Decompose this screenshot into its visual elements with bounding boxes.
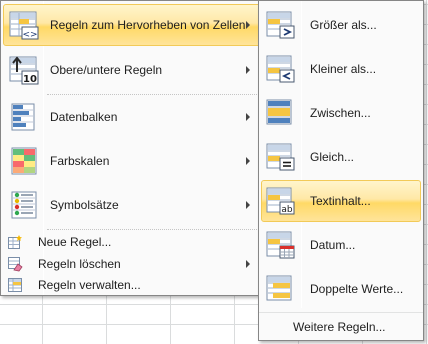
chevron-right-icon	[246, 259, 250, 268]
menu-item-label: Regeln verwalten...	[38, 278, 141, 292]
menu-item-new-rule[interactable]: Neue Regel...	[3, 231, 261, 252]
text-contains-icon: ab	[266, 187, 295, 215]
menu-item-label: Regeln löschen	[38, 256, 121, 271]
submenu-item-label: Größer als...	[310, 18, 377, 32]
submenu-item-between[interactable]: Zwischen...	[261, 92, 421, 134]
chevron-right-icon	[246, 66, 250, 74]
chevron-right-icon	[246, 201, 250, 209]
menu-item-highlight-cells-rules[interactable]: <> Regeln zum Hervorheben von Zellen	[3, 4, 261, 46]
highlight-cells-submenu: Größer als... Kleiner als... Zwischen...	[258, 0, 424, 341]
chevron-right-icon	[246, 113, 250, 121]
menu-item-label: Symbolsätze	[50, 198, 119, 212]
conditional-formatting-menu: <> Regeln zum Hervorheben von Zellen 10 …	[0, 0, 264, 296]
submenu-item-label: Doppelte Werte...	[310, 282, 404, 296]
submenu-item-label: Zwischen...	[310, 106, 371, 120]
svg-text:<>: <>	[22, 30, 37, 40]
color-scales-icon	[11, 147, 37, 175]
top-bottom-rules-icon: 10	[9, 56, 39, 85]
less-than-icon	[266, 55, 295, 83]
chevron-right-icon	[246, 21, 250, 29]
menu-separator	[47, 94, 257, 95]
highlight-cells-rules-icon: <>	[9, 11, 39, 40]
menu-item-clear-rules[interactable]: Regeln löschen	[3, 253, 261, 274]
menu-item-label: Neue Regel...	[38, 234, 112, 249]
submenu-item-label: Datum...	[310, 238, 356, 252]
equal-to-icon	[266, 143, 295, 171]
menu-item-label: Farbskalen	[50, 154, 110, 168]
menu-item-color-scales[interactable]: Farbskalen	[3, 140, 261, 182]
menu-item-data-bars[interactable]: Datenbalken	[3, 96, 261, 138]
data-bars-icon	[11, 103, 35, 131]
svg-text:10: 10	[23, 74, 37, 85]
manage-rules-icon	[8, 278, 22, 292]
submenu-item-greater-than[interactable]: Größer als...	[261, 4, 421, 46]
duplicate-values-icon	[266, 275, 292, 301]
submenu-item-label: Kleiner als...	[310, 62, 377, 76]
submenu-item-label: Weitere Regeln...	[293, 320, 386, 334]
submenu-item-date-occurring[interactable]: Datum...	[261, 224, 421, 266]
icon-sets-icon	[11, 191, 37, 219]
menu-item-icon-sets[interactable]: Symbolsätze	[3, 184, 261, 226]
svg-text:ab: ab	[281, 205, 293, 215]
chevron-right-icon	[246, 157, 250, 165]
clear-rules-icon	[8, 256, 23, 271]
greater-than-icon	[266, 11, 295, 39]
menu-separator	[47, 229, 257, 230]
menu-item-top-bottom-rules[interactable]: 10 Obere/untere Regeln	[3, 49, 261, 91]
submenu-item-label: Textinhalt...	[310, 194, 371, 208]
menu-separator	[259, 312, 423, 313]
date-occurring-icon	[266, 231, 295, 259]
submenu-item-more-rules[interactable]: Weitere Regeln...	[261, 316, 421, 338]
menu-item-manage-rules[interactable]: Regeln verwalten...	[3, 275, 261, 295]
new-rule-icon	[8, 234, 22, 249]
between-icon	[266, 99, 292, 125]
menu-item-label: Datenbalken	[50, 110, 118, 124]
menu-item-label: Obere/untere Regeln	[50, 63, 163, 77]
submenu-item-label: Gleich...	[310, 150, 355, 164]
menu-item-label: Regeln zum Hervorheben von Zellen	[50, 18, 246, 32]
submenu-item-equal-to[interactable]: Gleich...	[261, 136, 421, 178]
submenu-item-text-contains[interactable]: ab Textinhalt...	[261, 180, 421, 222]
submenu-item-duplicate-values[interactable]: Doppelte Werte...	[261, 268, 421, 310]
submenu-item-less-than[interactable]: Kleiner als...	[261, 48, 421, 90]
